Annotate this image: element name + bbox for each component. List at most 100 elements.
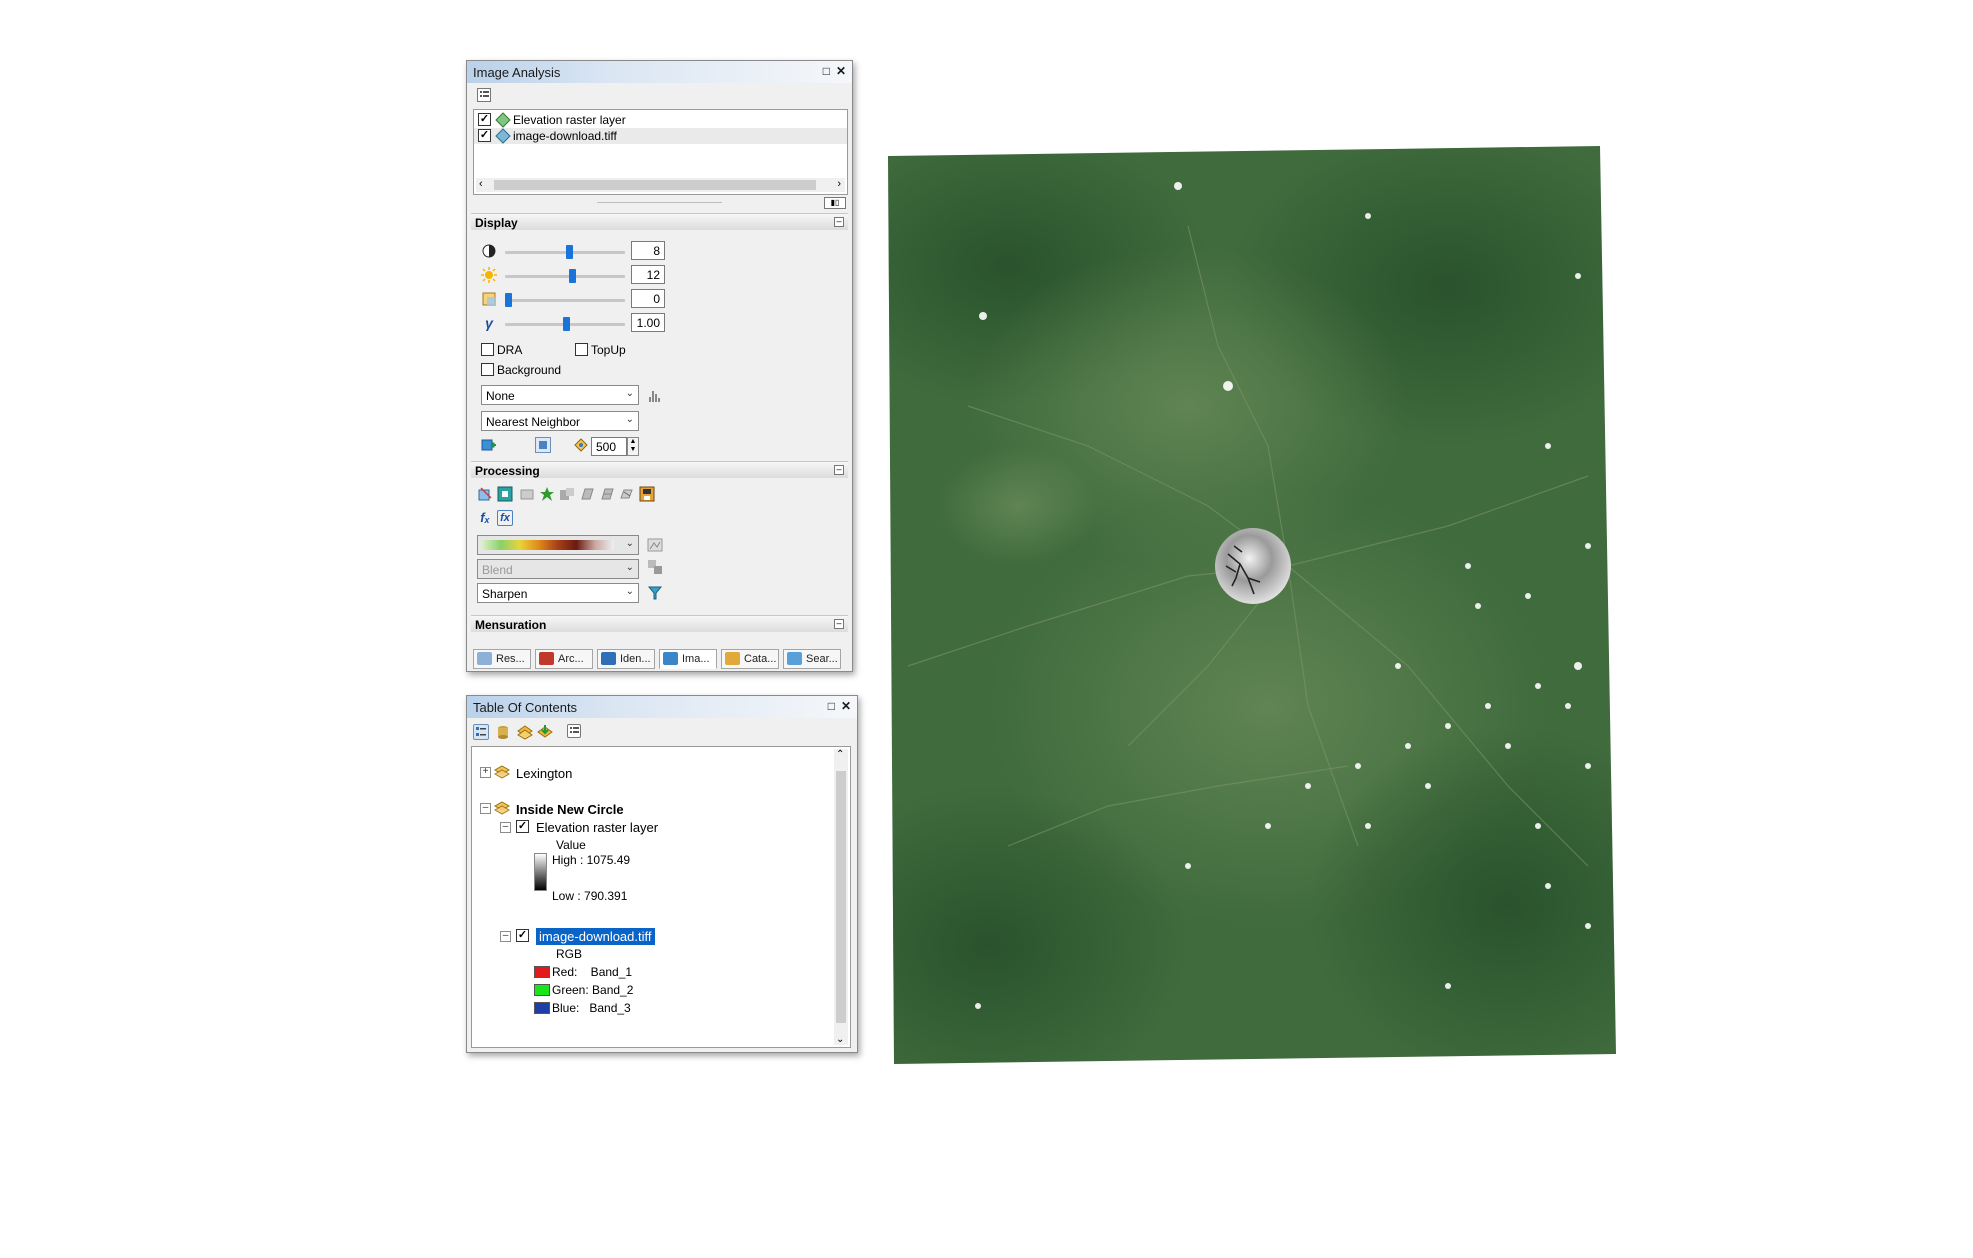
transparency-slider[interactable]: [505, 293, 625, 307]
list-by-source-icon[interactable]: [495, 724, 511, 740]
scale-spinner[interactable]: ▲ ▼: [627, 437, 639, 456]
background-checkbox[interactable]: [481, 363, 494, 376]
scroll-up-icon[interactable]: ⌃: [836, 749, 844, 760]
layer-checkbox[interactable]: ✓: [478, 129, 491, 142]
toc-layer-image-selected[interactable]: image-download.tiff: [535, 927, 656, 946]
gamma-input[interactable]: 1.00: [631, 313, 665, 332]
histogram-icon[interactable]: [647, 387, 663, 403]
dra-checkbox[interactable]: [481, 343, 494, 356]
elevation-visibility-checkbox[interactable]: ✓: [516, 820, 529, 833]
pan-sharpen-icon[interactable]: [599, 486, 615, 502]
hillshade-icon[interactable]: [559, 486, 575, 502]
tab-arctoolbox[interactable]: Arc...: [535, 649, 593, 669]
topup-checkbox[interactable]: [575, 343, 588, 356]
collapse-tree-icon[interactable]: –: [500, 931, 511, 942]
collapse-tree-icon[interactable]: –: [480, 803, 491, 814]
tab-label: Arc...: [558, 653, 584, 665]
processing-section-header[interactable]: Processing –: [471, 461, 848, 478]
toc-vscrollbar[interactable]: ⌃ ⌄: [834, 749, 848, 1045]
toc-options-icon[interactable]: [567, 724, 581, 738]
transparency-slider-thumb[interactable]: [505, 293, 512, 307]
brightness-slider[interactable]: [505, 269, 625, 283]
layer-list[interactable]: ✓ Elevation raster layer ✓ image-downloa…: [473, 109, 848, 195]
list-by-visibility-icon[interactable]: [517, 724, 533, 740]
scroll-down-icon[interactable]: ⌄: [836, 1034, 844, 1045]
image-analysis-titlebar[interactable]: Image Analysis □ ✕: [467, 61, 852, 83]
layer-list-options-icon[interactable]: [477, 88, 491, 102]
gamma-slider[interactable]: [505, 317, 625, 331]
swipe-icon[interactable]: [535, 437, 551, 453]
sharpen-dropdown[interactable]: Sharpen ⌄: [477, 583, 639, 603]
tab-results[interactable]: Res...: [473, 649, 531, 669]
expand-icon[interactable]: +: [480, 767, 491, 778]
difference-icon[interactable]: [619, 486, 635, 502]
scroll-left-icon[interactable]: ‹: [479, 178, 483, 190]
mask-icon[interactable]: [497, 486, 513, 502]
tab-identify[interactable]: Iden...: [597, 649, 655, 669]
resampling-dropdown[interactable]: Nearest Neighbor ⌄: [481, 411, 639, 431]
close-icon[interactable]: ✕: [836, 64, 846, 78]
image-visibility-checkbox[interactable]: ✓: [516, 929, 529, 942]
restore-icon[interactable]: □: [823, 64, 830, 78]
stretch-dropdown[interactable]: None ⌄: [481, 385, 639, 405]
scroll-thumb[interactable]: [836, 771, 846, 1023]
clip-icon[interactable]: [477, 486, 493, 502]
collapse-tree-icon[interactable]: –: [500, 822, 511, 833]
scale-icon[interactable]: [573, 437, 589, 453]
blend-icon[interactable]: [647, 559, 663, 575]
scroll-right-icon[interactable]: ›: [837, 178, 841, 190]
raster-layer-icon: [495, 128, 511, 144]
collapse-icon[interactable]: –: [834, 217, 844, 227]
contrast-input[interactable]: 8: [631, 241, 665, 260]
close-icon[interactable]: ✕: [841, 699, 851, 713]
add-to-map-icon[interactable]: [481, 437, 497, 453]
tab-search[interactable]: Sear...: [783, 649, 841, 669]
map-view[interactable]: [888, 146, 1616, 1064]
elevation-high-label: High : 1075.49: [552, 853, 631, 867]
transparency-input[interactable]: 0: [631, 289, 665, 308]
layer-row-elevation[interactable]: ✓ Elevation raster layer: [474, 112, 847, 128]
ndvi-icon[interactable]: [539, 486, 555, 502]
brightness-input[interactable]: 12: [631, 265, 665, 284]
colormap-dropdown[interactable]: ⌄: [477, 535, 639, 555]
contrast-slider-thumb[interactable]: [566, 245, 573, 259]
orthorectify-icon[interactable]: [579, 486, 595, 502]
search-icon: [787, 652, 802, 665]
gamma-slider-thumb[interactable]: [563, 317, 570, 331]
toc-group-lexington[interactable]: Lexington: [516, 766, 572, 781]
scale-input[interactable]: 500: [591, 437, 627, 456]
splitter[interactable]: [597, 202, 722, 204]
display-section-header[interactable]: Display –: [471, 213, 848, 230]
contrast-slider[interactable]: [505, 245, 625, 259]
layer-checkbox[interactable]: ✓: [478, 113, 491, 126]
toc-group-inside-new-circle[interactable]: Inside New Circle: [516, 802, 624, 817]
scroll-thumb[interactable]: [494, 180, 816, 190]
toc-titlebar[interactable]: Table Of Contents □ ✕: [467, 696, 857, 718]
tab-image-analysis[interactable]: Ima...: [659, 649, 717, 669]
tab-catalog[interactable]: Cata...: [721, 649, 779, 669]
mosaic-icon[interactable]: [519, 486, 535, 502]
mensuration-section-header[interactable]: Mensuration –: [471, 615, 848, 632]
contrast-icon: [481, 243, 497, 259]
layer-list-hscrollbar[interactable]: ‹ ›: [476, 178, 845, 192]
rgb-label: RGB: [556, 947, 583, 961]
blend-selected: Blend: [482, 563, 513, 577]
colormap-icon[interactable]: [647, 537, 663, 553]
toc-layer-elevation[interactable]: Elevation raster layer: [536, 820, 658, 835]
list-by-selection-icon[interactable]: [537, 724, 553, 740]
list-by-drawing-order-icon[interactable]: [473, 724, 489, 740]
blend-dropdown[interactable]: Blend ⌄: [477, 559, 639, 579]
brightness-slider-thumb[interactable]: [569, 269, 576, 283]
layer-row-image[interactable]: ✓ image-download.tiff: [474, 128, 847, 144]
collapse-icon[interactable]: –: [834, 465, 844, 475]
function-icon[interactable]: fₓ: [477, 510, 493, 526]
red-band-swatch: [534, 966, 550, 978]
dock-icon[interactable]: ▮▯: [824, 197, 846, 209]
restore-icon[interactable]: □: [828, 699, 835, 713]
collapse-icon[interactable]: –: [834, 619, 844, 629]
toc-tree[interactable]: + Lexington – Inside New Circle – ✓ Elev…: [471, 746, 851, 1048]
convolution-icon[interactable]: [647, 585, 663, 601]
export-icon[interactable]: [639, 486, 655, 502]
chevron-down-icon: ⌄: [625, 538, 634, 549]
function-editor-icon[interactable]: fx: [497, 510, 513, 526]
